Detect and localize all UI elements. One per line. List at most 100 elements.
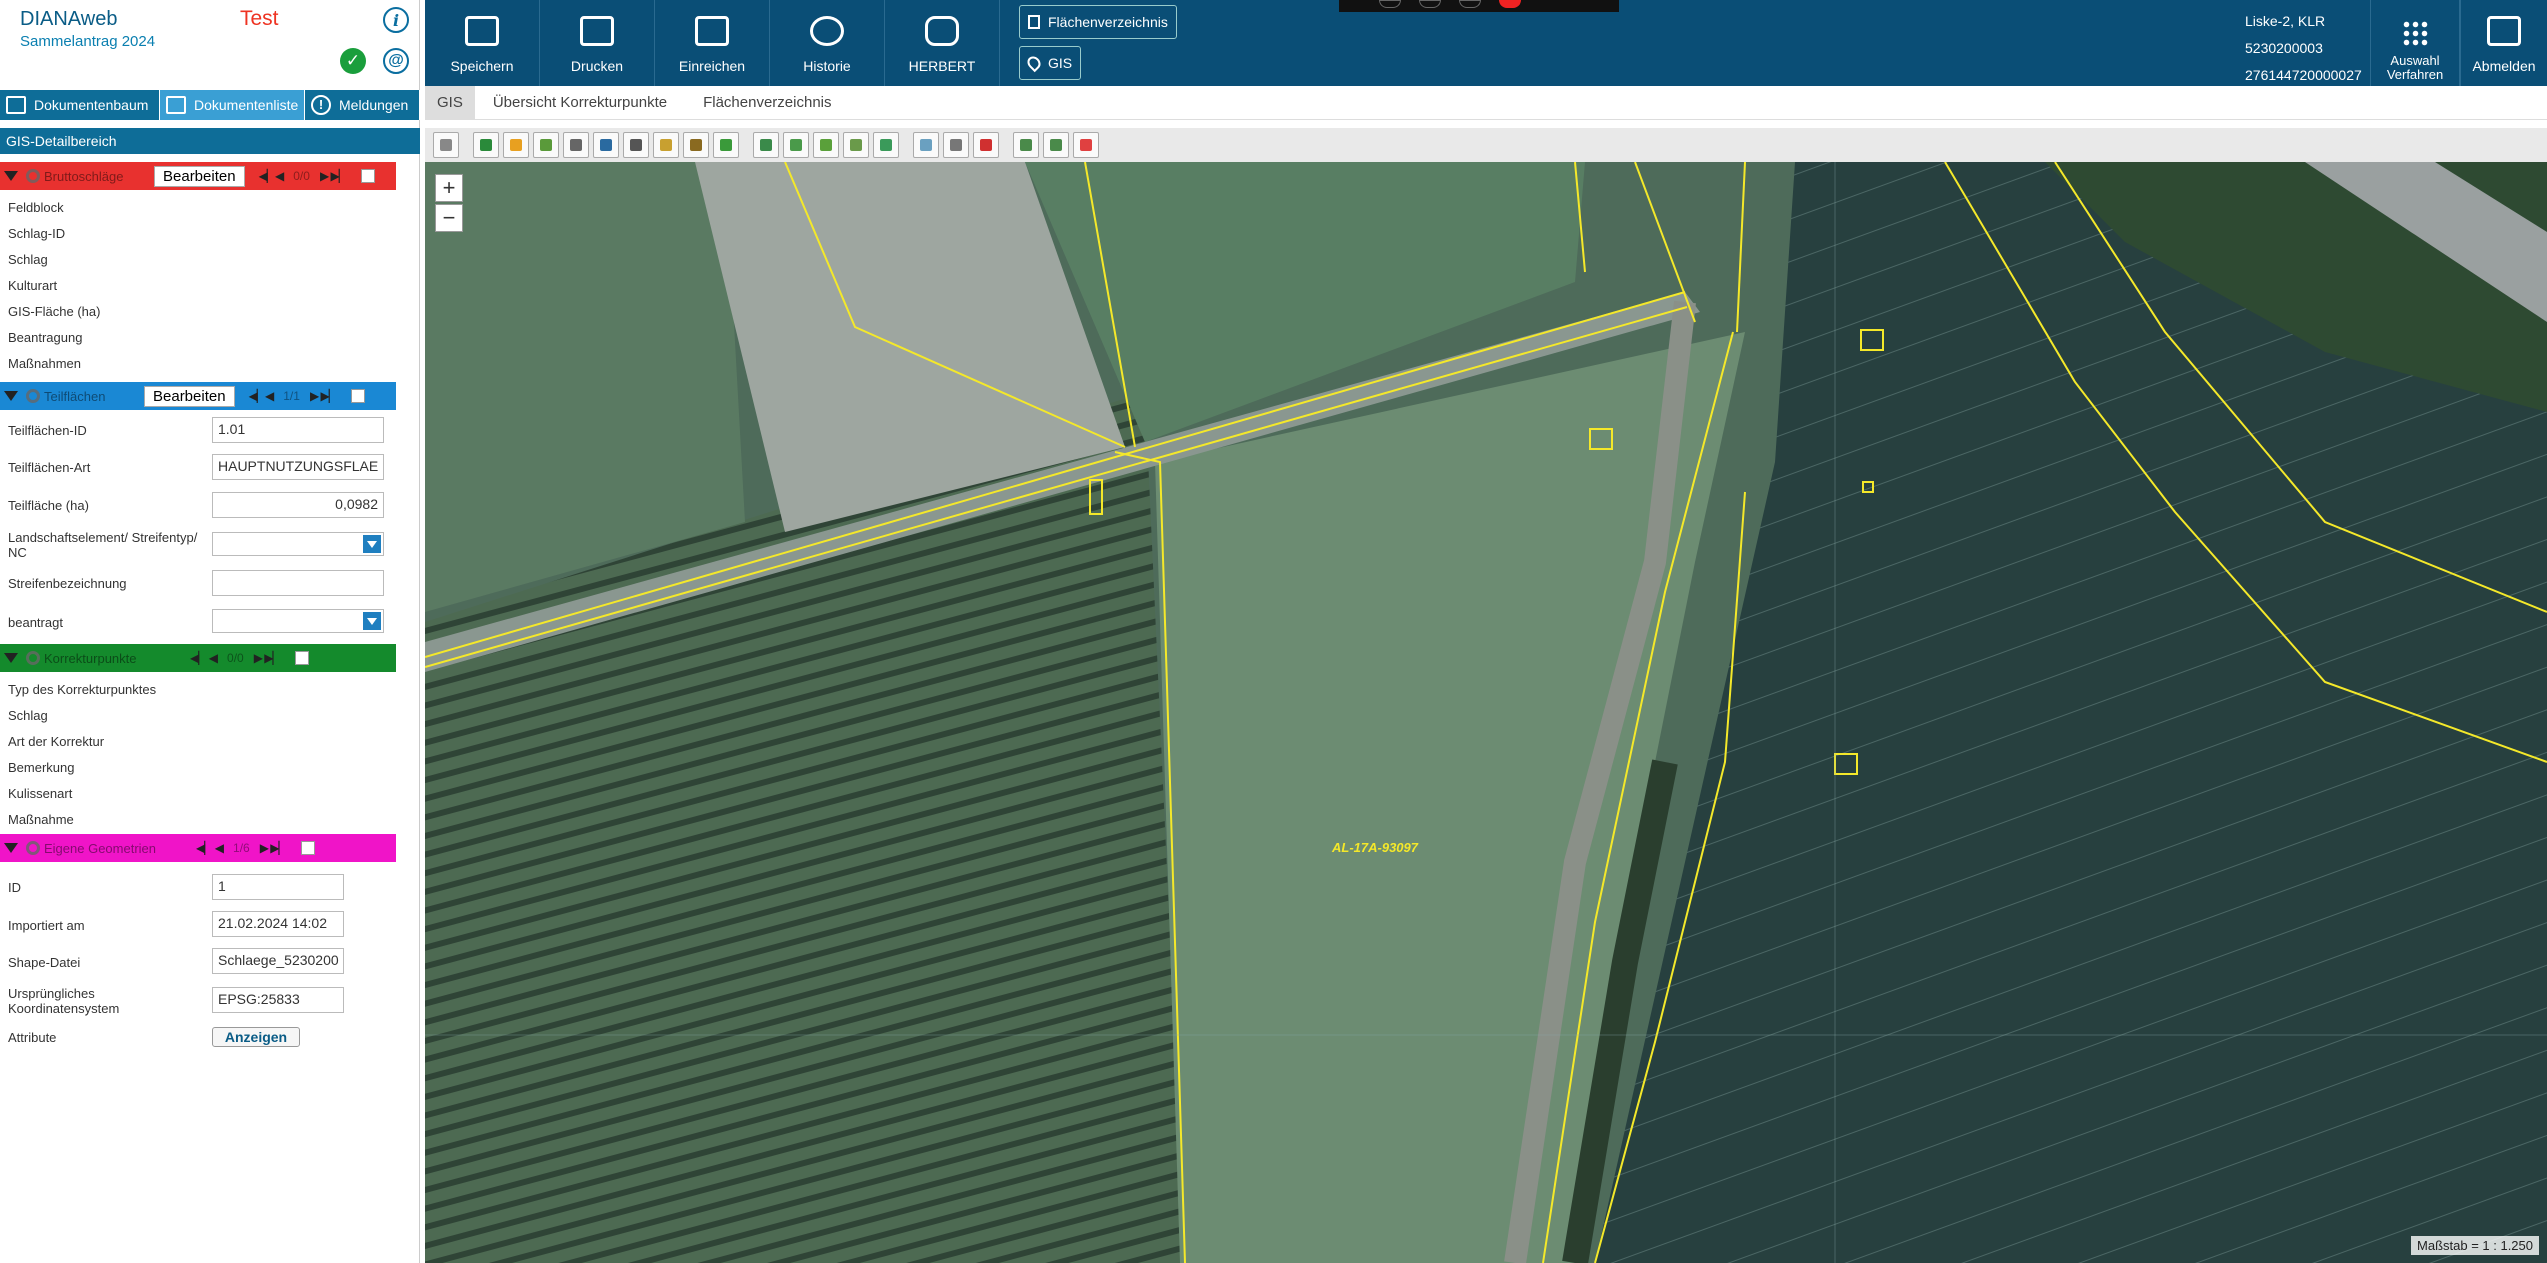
control-dot[interactable] [1379,0,1401,8]
logout-button[interactable]: Abmelden [2460,0,2547,86]
main-toolbar: Speichern Drucken Einreichen Historie HE… [425,0,2547,86]
save-button[interactable]: Speichern [425,0,540,86]
cancel-icon[interactable] [1073,132,1099,158]
user-info: Liske-2, KLR 5230200003 276144720000027 [2245,8,2362,89]
tab-dokumentenliste[interactable]: Dokumentenliste [160,90,305,120]
edit-pencil-icon[interactable] [503,132,529,158]
beantragt-select[interactable] [212,609,384,633]
teilflaechen-art-field[interactable]: HAUPTNUTZUNGSFLAE [212,454,384,480]
measure-icon[interactable] [843,132,869,158]
search-icon[interactable] [26,841,40,855]
layer-down-icon[interactable] [873,132,899,158]
info-icon[interactable]: i [383,7,409,33]
add-polygon-icon[interactable] [473,132,499,158]
search-icon[interactable] [26,169,40,183]
gis-button[interactable]: GIS [1019,46,1082,80]
submit-button[interactable]: Einreichen [655,0,770,86]
shape-datei-field[interactable]: Schlaege_5230200 [212,948,344,974]
field-label: Schlag [8,252,48,267]
zoom-in-button[interactable]: + [435,174,463,202]
save-icon [465,16,499,46]
collapse-icon[interactable] [4,843,18,853]
vertex-edit-icon[interactable] [653,132,679,158]
merge-icon[interactable] [593,132,619,158]
control-dot[interactable] [1459,0,1481,8]
magnet-icon[interactable] [973,132,999,158]
select-tool-icon[interactable] [433,132,459,158]
search-icon[interactable] [26,651,40,665]
prev-icon[interactable]: ◀▏ ◀ [196,841,224,855]
button-label: Auswahl Verfahren [2386,53,2444,82]
geometry-id-field[interactable]: 1 [212,874,344,900]
parcel-label: AL-17A-93097 [1332,840,1418,855]
tab-dokumentenbaum[interactable]: Dokumentenbaum [0,90,160,120]
user-id: 276144720000027 [2245,67,2362,83]
checkbox[interactable] [350,389,365,403]
vertex-move-icon[interactable] [683,132,709,158]
tab-label: Dokumentenbaum [34,97,149,113]
gis-map[interactable]: + − AL-17A-93097 Maßstab = 1 : 1.250 [425,162,2547,1263]
tab-meldungen[interactable]: ! Meldungen [305,90,420,120]
view-tabs: GIS Übersicht Korrekturpunkte Flächenver… [425,85,2547,120]
teilflaeche-field[interactable]: 0,0982 [212,492,384,518]
checkbox[interactable] [300,841,315,855]
check-icon[interactable]: ✓ [340,48,366,74]
herbert-button[interactable]: HERBERT [885,0,1000,86]
edit-button[interactable]: Bearbeiten [144,385,235,407]
tab-gis[interactable]: GIS [425,85,475,120]
print-button[interactable]: Drucken [540,0,655,86]
chevron-down-icon[interactable] [363,612,381,630]
flaechenverzeichnis-button[interactable]: Flächenverzeichnis [1019,5,1177,39]
checkbox[interactable] [360,169,375,183]
scale-indicator: Maßstab = 1 : 1.250 [2411,1236,2539,1255]
next-icon[interactable]: ▶ ▶▏ [320,169,348,183]
checkbox[interactable] [294,651,309,665]
button-label: Drucken [570,58,624,74]
layer-stack-icon[interactable] [813,132,839,158]
collapse-icon[interactable] [4,171,18,181]
layer-icon[interactable] [753,132,779,158]
next-icon[interactable]: ▶ ▶▏ [310,389,338,403]
tab-korrekturpunkte[interactable]: Übersicht Korrekturpunkte [475,86,685,120]
vertex-add-icon[interactable] [713,132,739,158]
button-label: HERBERT [908,58,976,74]
collapse-icon[interactable] [4,653,18,663]
koordinatensystem-field[interactable]: EPSG:25833 [212,987,344,1013]
redo-icon[interactable] [1043,132,1069,158]
next-icon[interactable]: ▶ ▶▏ [260,841,288,855]
trash-icon[interactable] [623,132,649,158]
zoom-out-button[interactable]: − [435,204,463,232]
scissors-icon[interactable] [563,132,589,158]
button-label: Flächenverzeichnis [1048,14,1168,30]
list-icon[interactable] [943,132,969,158]
search-icon[interactable] [26,389,40,403]
control-dot[interactable] [1419,0,1441,8]
prev-icon[interactable]: ◀▏◀ [259,169,285,183]
anzeigen-button[interactable]: Anzeigen [212,1027,300,1047]
landschaftselement-select[interactable] [212,532,384,556]
prev-icon[interactable]: ◀▏◀ [249,389,275,403]
chat-icon [925,16,959,46]
collapse-icon[interactable] [4,391,18,401]
at-icon[interactable]: @ [383,48,409,74]
add-point-icon[interactable] [913,132,939,158]
auswahl-verfahren-button[interactable]: Auswahl Verfahren [2370,0,2460,86]
field-label: Ursprüngliches Koordinatensystem [8,986,120,1016]
teilflaechen-id-field[interactable]: 1.01 [212,417,384,443]
tab-flaechenverzeichnis[interactable]: Flächenverzeichnis [685,86,849,120]
field-label: Feldblock [8,200,64,215]
record-counter: 1/1 [283,389,300,403]
undo-icon[interactable] [1013,132,1039,158]
layer-up-icon[interactable] [783,132,809,158]
record-dot[interactable] [1499,0,1521,8]
importiert-am-field[interactable]: 21.02.2024 14:02 [212,911,344,937]
streifenbezeichnung-field[interactable] [212,570,384,596]
field-label: Importiert am [8,918,85,933]
edit-polygon-icon[interactable] [533,132,559,158]
edit-button[interactable]: Bearbeiten [154,165,245,187]
next-icon[interactable]: ▶ ▶▏ [254,651,282,665]
chevron-down-icon[interactable] [363,535,381,553]
prev-icon[interactable]: ◀▏ ◀ [190,651,218,665]
field-label: Typ des Korrekturpunktes [8,682,157,697]
history-button[interactable]: Historie [770,0,885,86]
